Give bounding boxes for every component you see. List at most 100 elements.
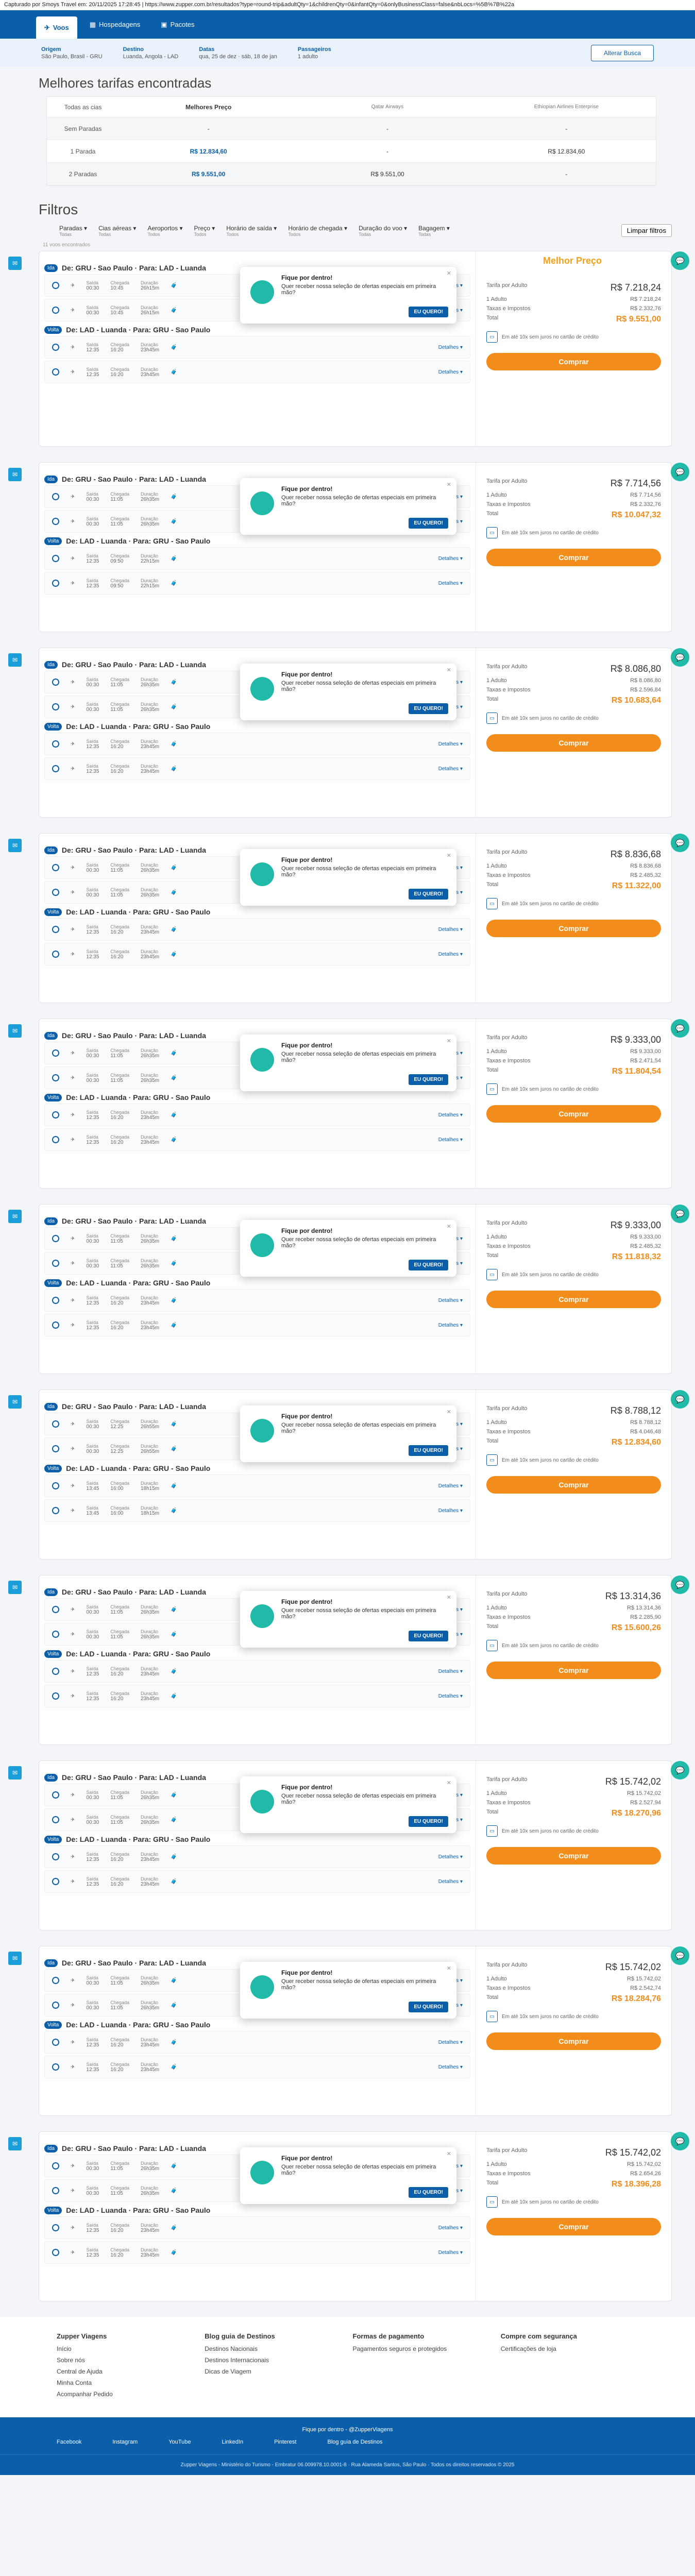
buy-button[interactable]: Comprar xyxy=(486,353,661,370)
chat-icon[interactable]: 💬 xyxy=(671,648,689,667)
radio-button[interactable] xyxy=(52,2162,59,2170)
radio-button[interactable] xyxy=(52,1631,59,1638)
tab-packages[interactable]: ▣ Pacotes xyxy=(152,15,202,34)
whatsapp-side-icon[interactable]: ✉ xyxy=(8,1395,22,1409)
details-link[interactable]: Detalhes ▾ xyxy=(438,952,463,957)
radio-button[interactable] xyxy=(52,555,59,562)
social-link[interactable]: YouTube xyxy=(168,2439,191,2445)
flight-option[interactable]: ✈ Saída 12:35 Chegada 16:20 Duração 23h45m … xyxy=(44,1660,470,1683)
whatsapp-side-icon[interactable]: ✉ xyxy=(8,653,22,667)
popup-accept-button[interactable]: EU QUERO! xyxy=(409,1260,448,1270)
destination-field[interactable]: Destino Luanda, Angola - LAD xyxy=(123,46,179,60)
filter-dropdown[interactable]: Duração do voo ▾ Todas xyxy=(359,225,407,237)
details-link[interactable]: Detalhes ▾ xyxy=(438,345,463,350)
chat-icon[interactable]: 💬 xyxy=(671,1390,689,1409)
footer-link[interactable]: Dicas de Viagem xyxy=(205,2368,342,2375)
radio-button[interactable] xyxy=(52,368,59,376)
radio-button[interactable] xyxy=(52,1606,59,1613)
footer-link[interactable]: Destinos Nacionais xyxy=(205,2345,342,2352)
clear-filters-button[interactable]: Limpar filtros xyxy=(621,224,672,237)
flight-option[interactable]: ✈ Saída 12:35 Chegada 09:50 Duração 22h15m … xyxy=(44,572,470,595)
column-header[interactable]: Ethiopian Airlines Enterprise xyxy=(477,104,656,110)
details-link[interactable]: Detalhes ▾ xyxy=(438,1483,463,1489)
passengers-field[interactable]: Passageiros 1 adulto xyxy=(298,46,331,60)
social-link[interactable]: LinkedIn xyxy=(222,2439,243,2445)
filter-dropdown[interactable]: Cias aéreas ▾ Todas xyxy=(98,225,136,237)
radio-button[interactable] xyxy=(52,1853,59,1860)
flight-option[interactable]: ✈ Saída 12:35 Chegada 16:20 Duração 23h45m … xyxy=(44,757,470,780)
whatsapp-side-icon[interactable]: ✉ xyxy=(8,1024,22,1038)
footer-link[interactable]: Destinos Internacionais xyxy=(205,2357,342,2364)
radio-button[interactable] xyxy=(52,1668,59,1675)
radio-button[interactable] xyxy=(52,765,59,772)
radio-button[interactable] xyxy=(52,2187,59,2194)
tab-lodging[interactable]: ▦ Hospedagens xyxy=(81,15,149,34)
whatsapp-side-icon[interactable]: ✉ xyxy=(8,1952,22,1965)
radio-button[interactable] xyxy=(52,2039,59,2046)
flight-option[interactable]: ✈ Saída 12:35 Chegada 16:20 Duração 23h45m … xyxy=(44,2056,470,2078)
whatsapp-side-icon[interactable]: ✉ xyxy=(8,2137,22,2150)
radio-button[interactable] xyxy=(52,1136,59,1143)
flight-option[interactable]: ✈ Saída 13:45 Chegada 16:00 Duração 18h15m … xyxy=(44,1499,470,1522)
flight-option[interactable]: ✈ Saída 12:35 Chegada 16:20 Duração 23h45m … xyxy=(44,336,470,359)
chat-icon[interactable]: 💬 xyxy=(671,2132,689,2150)
details-link[interactable]: Detalhes ▾ xyxy=(438,2225,463,2231)
radio-button[interactable] xyxy=(52,1816,59,1823)
buy-button[interactable]: Comprar xyxy=(486,1662,661,1679)
social-link[interactable]: Instagram xyxy=(112,2439,138,2445)
social-link[interactable]: Facebook xyxy=(57,2439,81,2445)
close-icon[interactable]: ✕ xyxy=(447,1780,451,1786)
table-cell[interactable]: R$ 12.834,60 xyxy=(119,148,298,155)
radio-button[interactable] xyxy=(52,703,59,710)
filter-dropdown[interactable]: Paradas ▾ Todas xyxy=(59,225,87,237)
details-link[interactable]: Detalhes ▾ xyxy=(438,2064,463,2070)
radio-button[interactable] xyxy=(52,1878,59,1885)
whatsapp-side-icon[interactable]: ✉ xyxy=(8,839,22,852)
buy-button[interactable]: Comprar xyxy=(486,549,661,566)
chat-icon[interactable]: 💬 xyxy=(671,834,689,852)
chat-icon[interactable]: 💬 xyxy=(671,1019,689,1038)
popup-accept-button[interactable]: EU QUERO! xyxy=(409,1445,448,1456)
flight-option[interactable]: ✈ Saída 12:35 Chegada 16:20 Duração 23h45m … xyxy=(44,943,470,965)
radio-button[interactable] xyxy=(52,580,59,587)
whatsapp-side-icon[interactable]: ✉ xyxy=(8,1210,22,1223)
close-icon[interactable]: ✕ xyxy=(447,667,451,673)
footer-link[interactable]: Central de Ajuda xyxy=(57,2368,194,2375)
table-cell[interactable]: R$ 9.551,00 xyxy=(298,171,477,178)
radio-button[interactable] xyxy=(52,493,59,500)
dates-field[interactable]: Datas qua, 25 de dez · sáb, 18 de jan xyxy=(199,46,277,60)
radio-button[interactable] xyxy=(52,889,59,896)
popup-accept-button[interactable]: EU QUERO! xyxy=(409,889,448,900)
column-header[interactable]: Melhores Preço xyxy=(119,104,298,111)
buy-button[interactable]: Comprar xyxy=(486,1847,661,1865)
footer-link[interactable]: Sobre nós xyxy=(57,2357,194,2364)
radio-button[interactable] xyxy=(52,1111,59,1118)
details-link[interactable]: Detalhes ▾ xyxy=(438,1854,463,1860)
details-link[interactable]: Detalhes ▾ xyxy=(438,766,463,772)
filter-dropdown[interactable]: Preço ▾ Todos xyxy=(194,225,215,237)
radio-button[interactable] xyxy=(52,1074,59,1081)
popup-accept-button[interactable]: EU QUERO! xyxy=(409,2002,448,2012)
popup-accept-button[interactable]: EU QUERO! xyxy=(409,307,448,317)
radio-button[interactable] xyxy=(52,951,59,958)
radio-button[interactable] xyxy=(52,2249,59,2256)
radio-button[interactable] xyxy=(52,2224,59,2231)
popup-accept-button[interactable]: EU QUERO! xyxy=(409,2187,448,2198)
close-icon[interactable]: ✕ xyxy=(447,1038,451,1044)
footer-link[interactable]: Início xyxy=(57,2345,194,2352)
radio-button[interactable] xyxy=(52,2063,59,2071)
buy-button[interactable]: Comprar xyxy=(486,1105,661,1123)
radio-button[interactable] xyxy=(52,1297,59,1304)
flight-option[interactable]: ✈ Saída 12:35 Chegada 16:20 Duração 23h45m … xyxy=(44,1128,470,1151)
radio-button[interactable] xyxy=(52,679,59,686)
popup-accept-button[interactable]: EU QUERO! xyxy=(409,518,448,529)
footer-link[interactable]: Pagamentos seguros e protegidos xyxy=(353,2345,490,2352)
chat-icon[interactable]: 💬 xyxy=(671,1761,689,1780)
whatsapp-side-icon[interactable]: ✉ xyxy=(8,468,22,481)
radio-button[interactable] xyxy=(52,1445,59,1452)
flight-option[interactable]: ✈ Saída 12:35 Chegada 16:20 Duração 23h45m … xyxy=(44,2241,470,2264)
details-link[interactable]: Detalhes ▾ xyxy=(438,1137,463,1143)
chat-icon[interactable]: 💬 xyxy=(671,1946,689,1965)
flight-option[interactable]: ✈ Saída 12:35 Chegada 16:20 Duração 23h45m … xyxy=(44,918,470,941)
details-link[interactable]: Detalhes ▾ xyxy=(438,581,463,586)
